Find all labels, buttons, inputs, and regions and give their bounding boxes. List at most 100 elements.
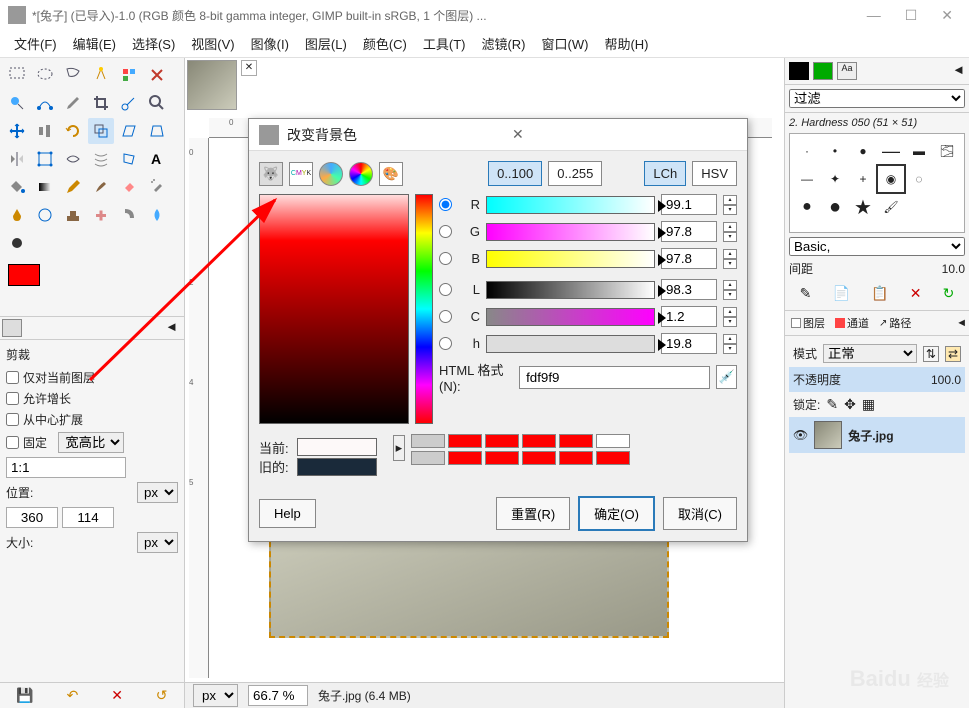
html-notation-input[interactable] — [519, 366, 710, 389]
text-tool[interactable]: A — [144, 146, 170, 172]
cancel-button[interactable]: 取消(C) — [663, 497, 737, 530]
b-radio[interactable] — [439, 252, 452, 265]
dodge-burn-tool[interactable] — [4, 230, 30, 256]
panel-menu-icon[interactable]: ◄ — [956, 317, 967, 329]
ink-tool[interactable] — [4, 202, 30, 228]
menu-file[interactable]: 文件(F) — [8, 30, 63, 57]
ok-button[interactable]: 确定(O) — [578, 496, 655, 531]
expand-center-checkbox[interactable] — [6, 413, 19, 426]
reset-icon[interactable]: ↺ — [156, 687, 168, 704]
mode-switch-icon[interactable]: ⇄ — [945, 346, 961, 362]
menu-window[interactable]: 窗口(W) — [536, 30, 595, 57]
fg-color-swatch[interactable] — [8, 264, 40, 286]
history-swatch[interactable] — [596, 451, 630, 465]
color-picker-tool[interactable] — [60, 90, 86, 116]
r-radio[interactable] — [439, 198, 452, 211]
pos-x-input[interactable] — [6, 507, 58, 528]
tool-options-tab[interactable] — [2, 319, 22, 337]
pos-unit-select[interactable]: px — [137, 482, 178, 503]
history-swatch[interactable] — [559, 434, 593, 448]
g-value-input[interactable] — [661, 221, 717, 242]
channels-tab[interactable]: 通道 — [831, 313, 873, 333]
rect-select-tool[interactable] — [4, 62, 30, 88]
menu-image[interactable]: 图像(I) — [245, 30, 295, 57]
del-brush-icon[interactable]: ✕ — [910, 285, 922, 302]
paths-tab[interactable]: ↗路径 — [875, 313, 915, 333]
menu-layer[interactable]: 图层(L) — [299, 30, 353, 57]
g-slider[interactable] — [486, 223, 655, 241]
lock-alpha-icon[interactable]: ▦ — [862, 396, 875, 413]
paths-tool[interactable] — [32, 90, 58, 116]
r-slider[interactable] — [486, 196, 655, 214]
spin-up[interactable]: ▴ — [723, 280, 737, 290]
cmyk-picker-icon[interactable]: CMYK — [289, 162, 313, 186]
spin-down[interactable]: ▾ — [723, 232, 737, 242]
l-slider[interactable] — [486, 281, 655, 299]
brush-group-select[interactable]: Basic, — [789, 237, 965, 256]
h-radio[interactable] — [439, 337, 452, 350]
color-swatches[interactable] — [8, 264, 68, 304]
b-value-input[interactable] — [661, 248, 717, 269]
aspect-select[interactable]: 宽高比 — [58, 432, 124, 453]
c-value-input[interactable] — [661, 306, 717, 327]
filter-select[interactable]: 过滤 — [789, 89, 965, 108]
menu-view[interactable]: 视图(V) — [185, 30, 240, 57]
brush-tab-icon[interactable] — [789, 62, 809, 80]
measure-tool[interactable] — [116, 90, 142, 116]
brush-preview[interactable]: ·•● —▬🌫 —✦+ ◉◌ ●● ★🖌 — [789, 133, 965, 233]
layers-tab[interactable]: 图层 — [787, 313, 829, 333]
history-swatch[interactable] — [596, 434, 630, 448]
blur-tool[interactable] — [144, 202, 170, 228]
current-color-swatch[interactable] — [297, 438, 377, 456]
crop-tool[interactable] — [88, 90, 114, 116]
menu-tools[interactable]: 工具(T) — [417, 30, 472, 57]
lch-button[interactable]: LCh — [644, 161, 686, 186]
eye-icon[interactable]: 👁 — [793, 428, 808, 442]
tab-close-button[interactable]: ✕ — [241, 60, 257, 76]
font-tab-icon[interactable]: Aa — [837, 62, 857, 80]
c-slider[interactable] — [486, 308, 655, 326]
close-button[interactable]: ✕ — [941, 7, 953, 24]
spin-down[interactable]: ▾ — [723, 290, 737, 300]
l-radio[interactable] — [439, 283, 452, 296]
mode-select[interactable]: 正常 — [823, 344, 917, 363]
watercolor-picker-icon[interactable] — [319, 162, 343, 186]
history-swatch[interactable] — [485, 451, 519, 465]
range-0-255-button[interactable]: 0..255 — [548, 161, 602, 186]
spin-down[interactable]: ▾ — [723, 205, 737, 215]
b-slider[interactable] — [486, 250, 655, 268]
size-unit-select[interactable]: px — [137, 532, 178, 553]
scale-tool[interactable] — [88, 118, 114, 144]
opacity-value[interactable]: 100.0 — [931, 373, 961, 387]
panel-menu-icon[interactable]: ◄ — [161, 319, 182, 337]
perspective-tool[interactable] — [144, 118, 170, 144]
spin-down[interactable]: ▾ — [723, 317, 737, 327]
heal-tool[interactable] — [88, 202, 114, 228]
dialog-close-button[interactable]: ✕ — [512, 126, 737, 143]
spin-up[interactable]: ▴ — [723, 249, 737, 259]
menu-filter[interactable]: 滤镜(R) — [475, 30, 531, 57]
pencil-tool[interactable] — [60, 174, 86, 200]
spacing-value[interactable]: 10.0 — [942, 262, 965, 276]
dup-brush-icon[interactable]: 📋 — [871, 285, 888, 302]
spin-down[interactable]: ▾ — [723, 344, 737, 354]
align-tool[interactable] — [32, 118, 58, 144]
color-select-tool[interactable] — [116, 62, 142, 88]
c-radio[interactable] — [439, 310, 452, 323]
old-color-swatch[interactable] — [297, 458, 377, 476]
history-swatch[interactable] — [411, 434, 445, 448]
current-layer-only-checkbox[interactable] — [6, 371, 19, 384]
hsv-button[interactable]: HSV — [692, 161, 737, 186]
lock-pixels-icon[interactable]: ✎ — [826, 396, 838, 413]
spin-down[interactable]: ▾ — [723, 259, 737, 269]
fixed-checkbox[interactable] — [6, 436, 19, 449]
history-swatch[interactable] — [522, 451, 556, 465]
palette-picker-icon[interactable]: 🎨 — [379, 162, 403, 186]
menu-color[interactable]: 颜色(C) — [357, 30, 413, 57]
history-swatch[interactable] — [522, 434, 556, 448]
eyedropper-icon[interactable]: 💉 — [716, 365, 737, 389]
zoom-tool[interactable] — [144, 90, 170, 116]
gradient-tool[interactable] — [32, 174, 58, 200]
mypaint-brush-tool[interactable] — [32, 202, 58, 228]
free-select-tool[interactable] — [60, 62, 86, 88]
